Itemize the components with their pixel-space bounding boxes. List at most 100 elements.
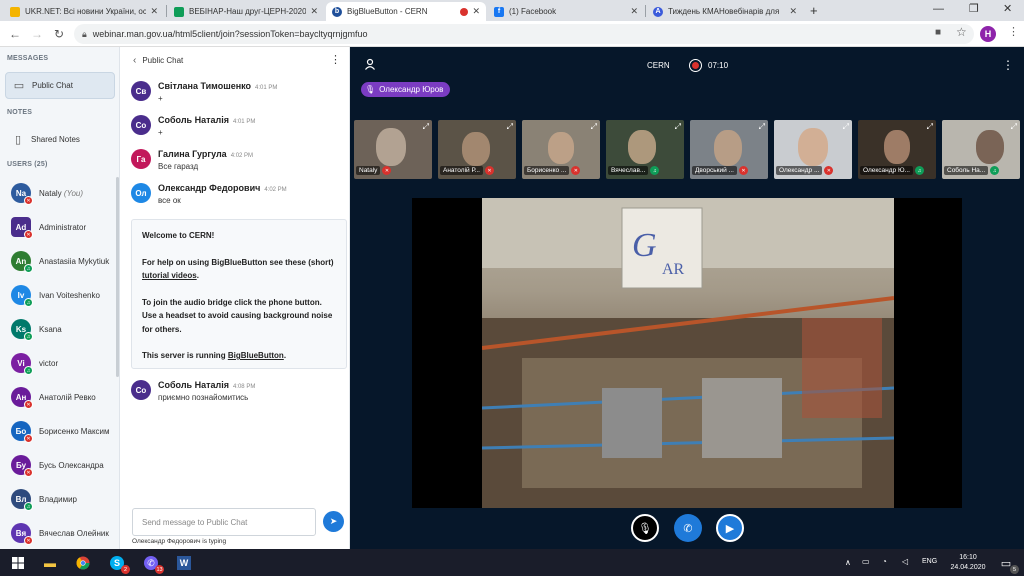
webcam-tile[interactable]: ⤢ Соболь На... ♫ bbox=[942, 120, 1020, 179]
network-icon[interactable]: ▭ bbox=[862, 557, 870, 566]
user-list-item[interactable]: Вя ✕ Вячеслав Олейник bbox=[11, 522, 109, 545]
restore-window-button[interactable]: ❐ bbox=[969, 2, 979, 15]
chat-message-input[interactable]: Send message to Public Chat bbox=[132, 508, 316, 536]
user-list-item[interactable]: Iv ♫ Ivan Voiteshenko bbox=[11, 284, 100, 307]
webcam-tile[interactable]: ⤢ Nataly ✕ bbox=[354, 120, 432, 179]
wifi-icon[interactable]: ◔ bbox=[882, 557, 887, 566]
user-list-item[interactable]: Vi ♫ victor bbox=[11, 352, 58, 375]
clock[interactable]: 16:10 24.04.2020 bbox=[949, 553, 987, 573]
video-frame: G AR bbox=[482, 198, 894, 508]
close-tab-icon[interactable]: ✕ bbox=[310, 6, 318, 17]
fullscreen-icon[interactable]: ⤢ bbox=[591, 122, 597, 132]
minimize-window-button[interactable]: — bbox=[933, 3, 944, 15]
close-tab-icon[interactable]: ✕ bbox=[630, 6, 638, 17]
share-webcam-button[interactable]: ▶ bbox=[716, 514, 744, 542]
svg-text:G: G bbox=[632, 227, 657, 264]
fullscreen-icon[interactable]: ⤢ bbox=[675, 122, 681, 132]
message-author: Світлана Тимошенко bbox=[158, 81, 252, 91]
close-tab-icon[interactable]: ✕ bbox=[472, 6, 480, 17]
back-arrow-icon[interactable]: ← bbox=[6, 25, 24, 43]
sidebar-item-shared-notes[interactable]: ▯ Shared Notes bbox=[5, 126, 115, 153]
muted-mic-icon: ✕ bbox=[24, 400, 33, 409]
fullscreen-icon[interactable]: ⤢ bbox=[423, 122, 429, 132]
close-window-button[interactable]: ✕ bbox=[1003, 2, 1012, 15]
user-list-item[interactable]: Ad ✕ Administrator bbox=[11, 216, 86, 239]
url-bar[interactable]: 🔒︎ webinar.man.gov.ua/html5client/join?s… bbox=[74, 24, 974, 44]
sidebar-item-public-chat[interactable]: ▭ Public Chat bbox=[5, 72, 115, 99]
mute-microphone-button[interactable]: 🎙︎ bbox=[631, 514, 659, 542]
message-time: 4:01 PM bbox=[255, 85, 278, 91]
message-author: Галина Гургула bbox=[158, 149, 227, 159]
forward-arrow-icon[interactable]: → bbox=[28, 25, 46, 43]
skype-icon[interactable]: S 2 bbox=[107, 553, 130, 574]
webcam-tile[interactable]: ⤢ Олександр Ю... ♫ bbox=[858, 120, 936, 179]
fullscreen-icon[interactable]: ⤢ bbox=[843, 122, 849, 132]
muted-mic-icon: ✕ bbox=[24, 536, 33, 545]
browser-tab-bigbluebutton[interactable]: b BigBlueButton - CERN ✕ bbox=[326, 2, 486, 21]
user-list-item[interactable]: Ks ♫ Ksana bbox=[11, 318, 62, 341]
close-tab-icon[interactable]: ✕ bbox=[150, 6, 158, 17]
browser-tab-facebook[interactable]: f (1) Facebook ✕ bbox=[488, 2, 644, 21]
leave-audio-button[interactable]: ✆ bbox=[674, 514, 702, 542]
welcome-message: Welcome to CERN! For help on using BigBl… bbox=[131, 219, 347, 369]
language-indicator[interactable]: ENG bbox=[922, 558, 937, 565]
fullscreen-icon[interactable]: ⤢ bbox=[927, 122, 933, 132]
webcam-tile[interactable]: ⤢ Олександр ... ✕ bbox=[774, 120, 852, 179]
headphones-icon: ♫ bbox=[24, 332, 33, 341]
user-list-item[interactable]: An ♫ Anastasiia Mykytiuk bbox=[11, 250, 109, 273]
viber-icon[interactable]: ✆ 13 bbox=[141, 553, 164, 574]
chat-options-icon[interactable]: ⋮ bbox=[330, 53, 341, 66]
lab-scene-image: G AR bbox=[482, 198, 894, 508]
avatar: Ан ✕ bbox=[11, 387, 33, 409]
word-icon[interactable]: W bbox=[174, 553, 194, 573]
talking-indicator[interactable]: 🎙︎ Олександр Юров bbox=[361, 82, 451, 97]
webcam-tile[interactable]: ⤢ Дворський ... ✕ bbox=[690, 120, 768, 179]
fullscreen-icon[interactable]: ⤢ bbox=[759, 122, 765, 132]
avatar: Св bbox=[131, 81, 151, 101]
notification-center-icon[interactable]: ▭ 5 bbox=[996, 553, 1019, 574]
chat-icon: ▭ bbox=[13, 80, 25, 92]
shared-video[interactable]: G AR bbox=[412, 198, 962, 508]
user-list-scrollbar[interactable] bbox=[116, 177, 119, 377]
user-list-toggle-icon[interactable] bbox=[364, 58, 376, 73]
message-time: 4:02 PM bbox=[230, 153, 254, 159]
webcam-tile[interactable]: ⤢ Анатолій Р... ✕ bbox=[438, 120, 516, 179]
bigbluebutton-link[interactable]: BigBlueButton bbox=[228, 351, 284, 360]
webcam-tile[interactable]: ⤢ Вячеслав... ♫ bbox=[606, 120, 684, 179]
file-explorer-icon[interactable]: ▬ bbox=[40, 553, 60, 573]
close-tab-icon[interactable]: ✕ bbox=[789, 6, 797, 17]
notes-section-title: NOTES bbox=[7, 109, 33, 116]
avatar: Ks ♫ bbox=[11, 319, 33, 341]
chrome-icon[interactable] bbox=[73, 553, 93, 573]
profile-avatar[interactable]: H bbox=[980, 26, 996, 42]
browser-tab-kman[interactable]: A Тиждень КМАНовебінарів для ✕ bbox=[647, 2, 803, 21]
user-list-item[interactable]: Бо ✕ Борисенко Максим bbox=[11, 420, 110, 443]
browser-tab-ukrnet[interactable]: UKR.NET: Всі новини України, ос ✕ bbox=[4, 2, 164, 21]
tutorial-videos-link[interactable]: tutorial videos bbox=[142, 271, 197, 280]
new-tab-button[interactable]: + bbox=[810, 3, 818, 18]
webcam-tile[interactable]: ⤢ Борисенко ... ✕ bbox=[522, 120, 600, 179]
fullscreen-icon[interactable]: ⤢ bbox=[507, 122, 513, 132]
browser-menu-icon[interactable]: ⋮ bbox=[1008, 25, 1019, 38]
recording-icon[interactable] bbox=[689, 59, 702, 72]
fullscreen-icon[interactable]: ⤢ bbox=[1011, 122, 1017, 132]
chat-panel: ‹ Public Chat ⋮ Св Світлана Тимошенко 4:0… bbox=[121, 47, 350, 549]
user-list-item[interactable]: Бу ✕ Бусь Олександра bbox=[11, 454, 104, 477]
browser-tab-bar: UKR.NET: Всі новини України, ос ✕ ВЕБІНА… bbox=[0, 0, 1024, 21]
options-menu-icon[interactable]: ⋮ bbox=[1002, 58, 1014, 72]
message-time: 4:01 PM bbox=[232, 119, 256, 125]
speaker-icon[interactable]: ◁ bbox=[902, 557, 908, 566]
bookmark-star-icon[interactable]: ☆ bbox=[956, 25, 967, 39]
send-message-button[interactable]: ➤ bbox=[323, 511, 344, 532]
reload-icon[interactable]: ↻ bbox=[50, 25, 68, 43]
chevron-up-icon[interactable]: ∧ bbox=[845, 558, 851, 567]
user-list-item[interactable]: Вл ♫ Владимир bbox=[11, 488, 77, 511]
camera-permission-icon[interactable]: ■ bbox=[935, 27, 941, 38]
user-list-item[interactable]: Na ✕ Nataly (You) bbox=[11, 182, 83, 205]
windows-start-icon[interactable] bbox=[8, 553, 28, 573]
user-list-item[interactable]: Ан ✕ Анатолій Ревко bbox=[11, 386, 96, 409]
chat-back-button[interactable]: ‹ Public Chat bbox=[133, 55, 183, 66]
lock-icon: 🔒︎ bbox=[82, 28, 87, 39]
users-section-title: USERS (25) bbox=[7, 161, 48, 168]
browser-tab-webinar[interactable]: ВЕБІНАР-Наш друг-ЦЕРН-2020- ✕ bbox=[168, 2, 324, 21]
